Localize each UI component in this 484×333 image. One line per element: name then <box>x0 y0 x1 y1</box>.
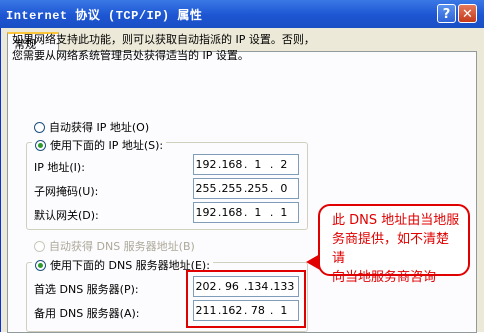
callout-line-1: 此 DNS 地址由当地服 <box>332 213 460 228</box>
ip-octet-4: 2 <box>280 158 288 171</box>
gateway-input[interactable]: 192. 168. 1. 1 <box>193 202 299 223</box>
ip-address-label: IP 地址(I): <box>34 161 85 174</box>
gateway-label: 默认网关(D): <box>34 209 99 222</box>
mask-octet-4: 0 <box>280 182 288 195</box>
gateway-octet-1: 192 <box>195 206 217 219</box>
ip-octet-1: 192 <box>195 158 217 171</box>
ip-octet-3: 1 <box>254 158 262 171</box>
subnet-mask-label: 子网掩码(U): <box>34 185 99 198</box>
close-button[interactable]: ✕ <box>458 4 477 23</box>
mask-octet-2: 255 <box>221 182 243 195</box>
gateway-octet-2: 168 <box>221 206 243 219</box>
mask-octet-3: 255 <box>247 182 269 195</box>
dns-auto-option[interactable]: 自动获得 DNS 服务器地址(B) <box>34 238 195 254</box>
intro-line-1: 如果网络支持此功能，则可以获取自动指派的 IP 设置。否则， <box>12 33 315 46</box>
dns-auto-radio[interactable] <box>34 240 45 252</box>
help-button[interactable]: ? <box>437 4 456 23</box>
ip-auto-radio[interactable] <box>34 121 45 133</box>
dns-highlight-box <box>186 270 306 328</box>
alternate-dns-label: 备用 DNS 服务器(A): <box>34 307 140 320</box>
window-title: Internet 协议 (TCP/IP) 属性 <box>6 9 203 23</box>
callout-line-3: 向当地服务商咨询 <box>332 270 437 285</box>
callout-line-2: 务商提供，如不清楚请 <box>332 232 450 266</box>
ip-octet-2: 168 <box>221 158 243 171</box>
title-bar: Internet 协议 (TCP/IP) 属性 ? ✕ <box>0 0 484 28</box>
mask-octet-1: 255 <box>195 182 217 195</box>
gateway-octet-3: 1 <box>254 206 262 219</box>
ip-auto-label: 自动获得 IP 地址(O) <box>49 121 150 134</box>
ip-address-input[interactable]: 192. 168. 1. 2 <box>193 154 299 175</box>
dns-auto-label: 自动获得 DNS 服务器地址(B) <box>49 240 195 253</box>
ip-manual-radio[interactable] <box>35 139 46 151</box>
ip-manual-option[interactable]: 使用下面的 IP 地址(S): <box>32 137 167 153</box>
ip-auto-option[interactable]: 自动获得 IP 地址(O) <box>34 119 149 135</box>
ip-manual-label: 使用下面的 IP 地址(S): <box>50 139 164 152</box>
preferred-dns-label: 首选 DNS 服务器(P): <box>34 283 139 296</box>
dns-annotation-callout: 此 DNS 地址由当地服 务商提供，如不清楚请 向当地服务商咨询 <box>318 204 470 285</box>
dns-manual-radio[interactable] <box>35 259 46 271</box>
intro-text: 如果网络支持此功能，则可以获取自动指派的 IP 设置。否则， 您需要从网络系统管… <box>12 32 315 64</box>
intro-line-2: 您需要从网络系统管理员处获得适当的 IP 设置。 <box>12 49 249 62</box>
subnet-mask-input[interactable]: 255. 255. 255. 0 <box>193 178 299 199</box>
gateway-octet-4: 1 <box>280 206 288 219</box>
